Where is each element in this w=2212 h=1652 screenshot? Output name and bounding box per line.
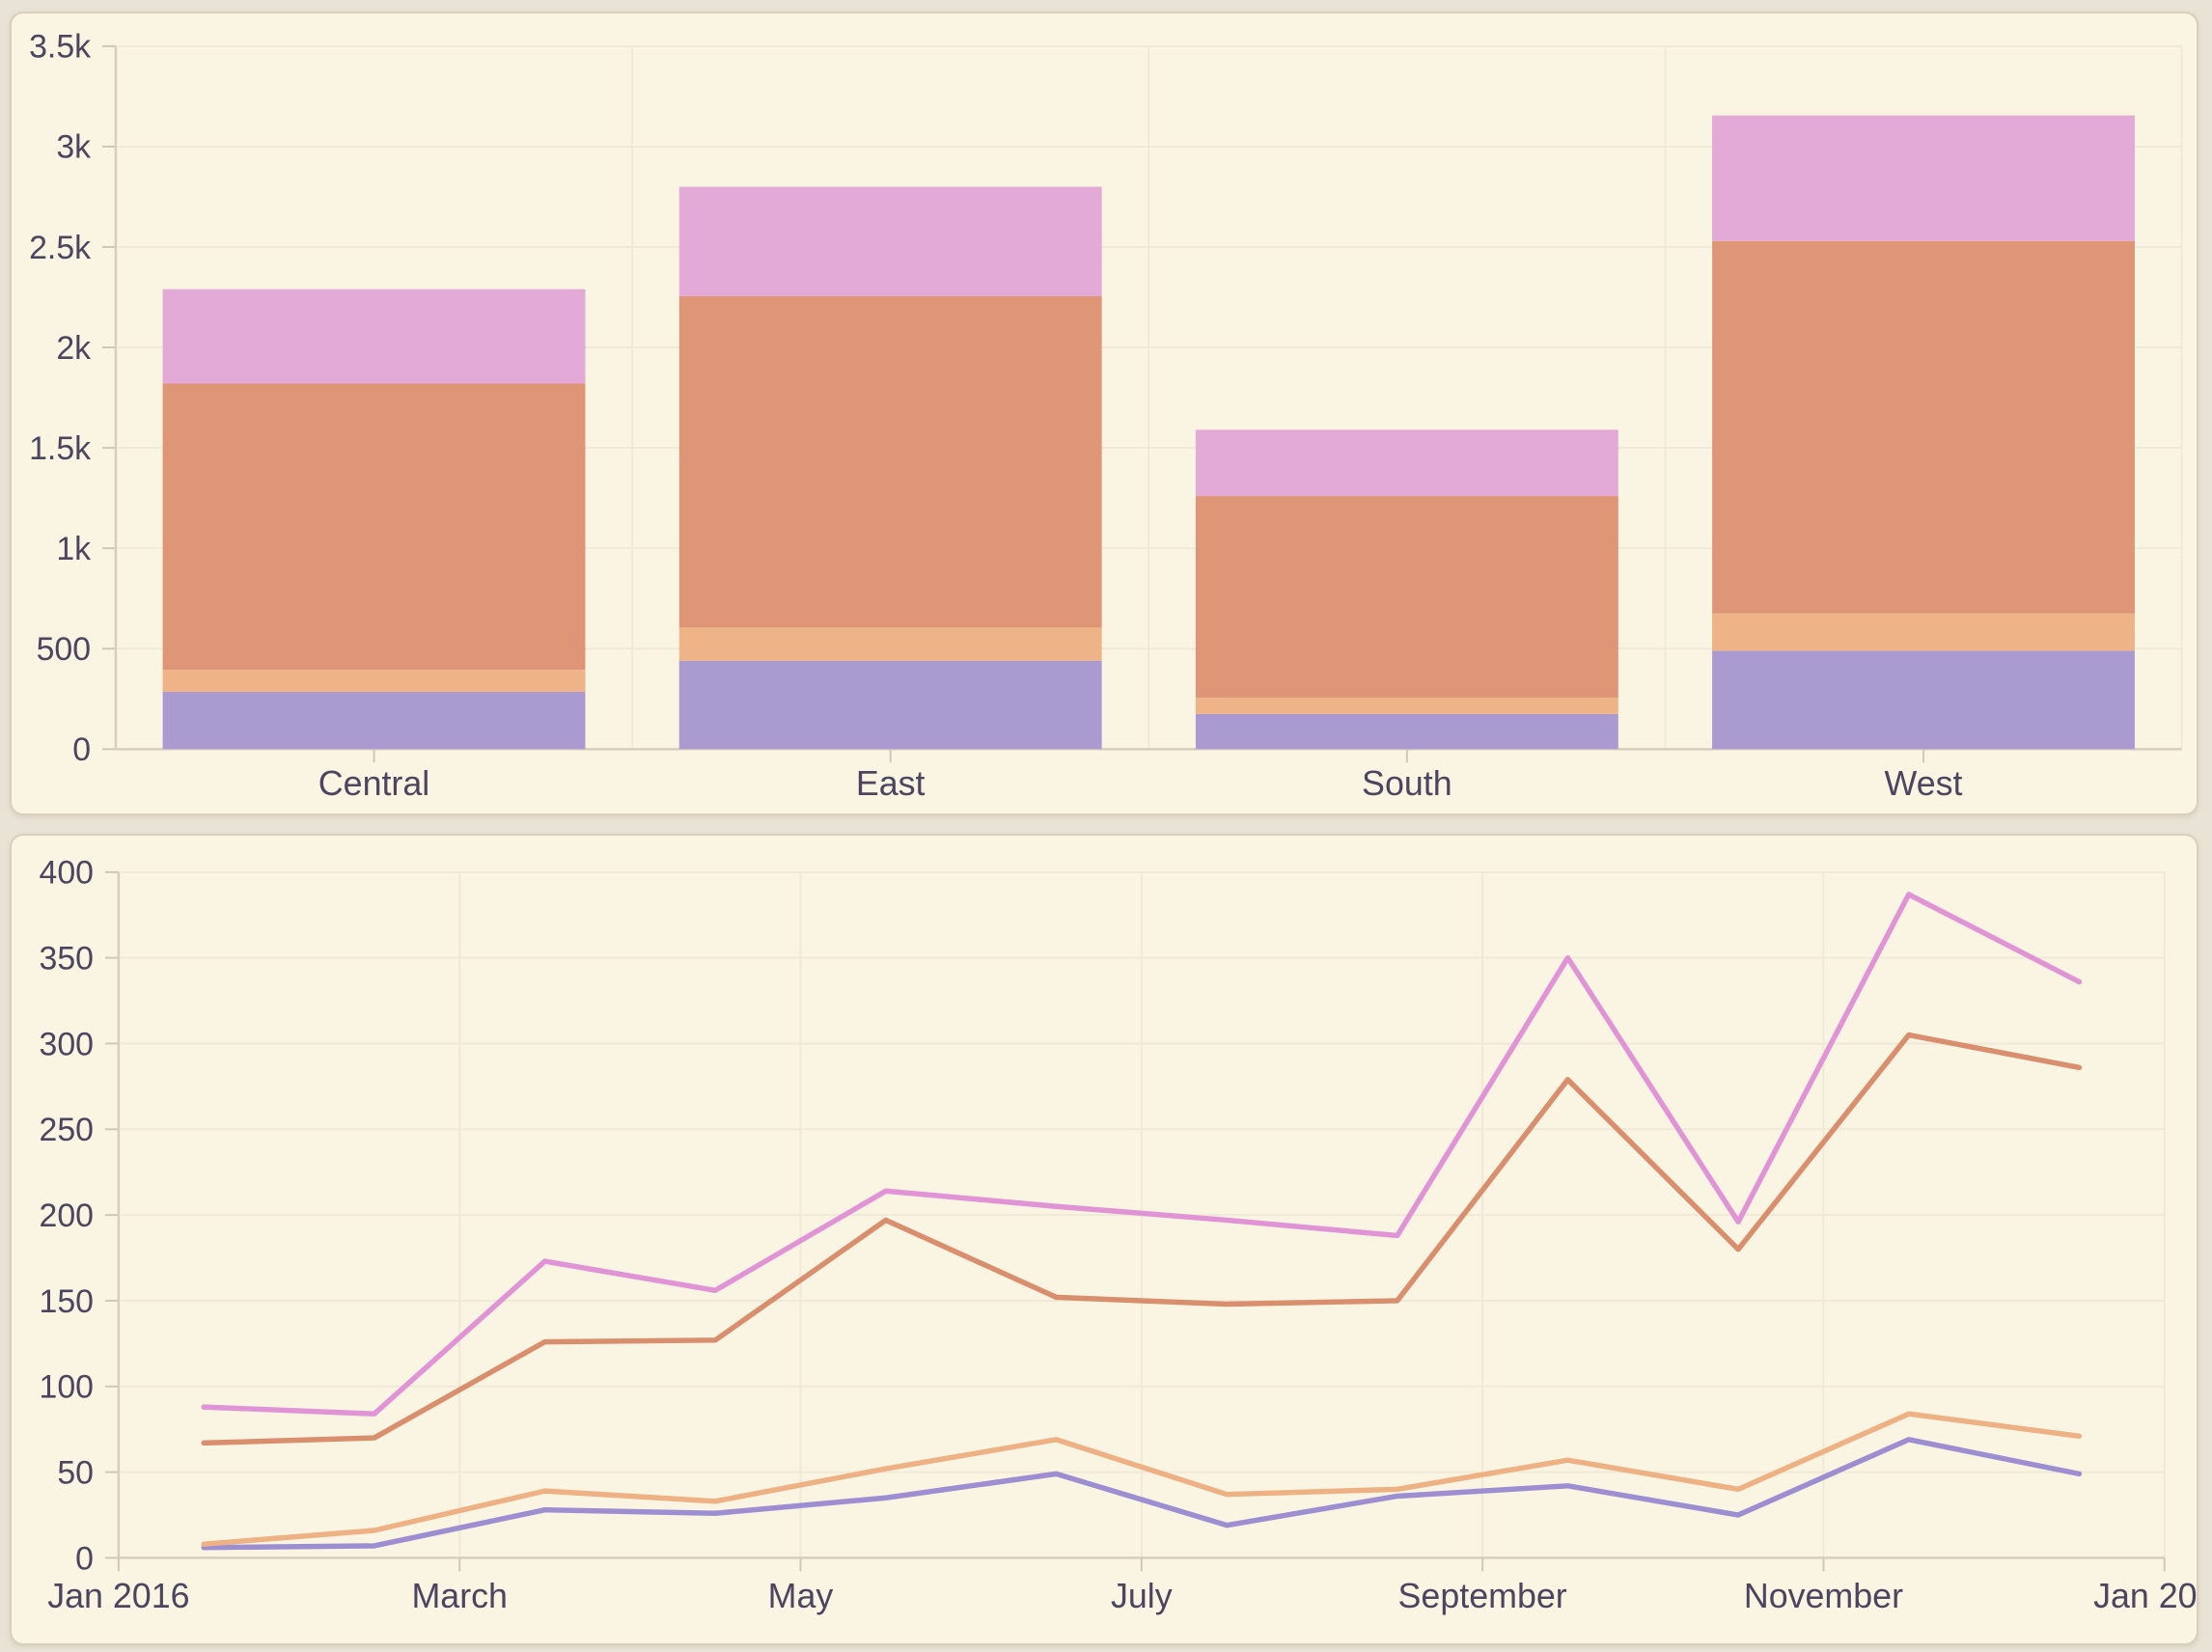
line-chart: 0 50 100 150 200 250 300 350 400 Jan 2016 March May… bbox=[12, 836, 2197, 1643]
y-axis-label: 150 bbox=[40, 1283, 94, 1320]
x-axis-label: September bbox=[1398, 1577, 1567, 1615]
y-axis-label: 1k bbox=[56, 531, 91, 567]
bar-segment-purple-west[interactable] bbox=[1712, 650, 2135, 749]
bar-segment-pink-west[interactable] bbox=[1712, 116, 2135, 241]
y-axis-label: 50 bbox=[57, 1454, 94, 1491]
line-chart-card: 0 50 100 150 200 250 300 350 400 Jan 2016 March May… bbox=[10, 834, 2198, 1645]
y-axis-label: 0 bbox=[72, 731, 91, 768]
y-axis-label: 300 bbox=[40, 1026, 94, 1062]
x-axis-label: March bbox=[411, 1577, 507, 1615]
y-axis-label: 3.5k bbox=[29, 29, 91, 66]
x-axis-label: Jan 2016 bbox=[47, 1577, 189, 1615]
bar-segment-pink-central[interactable] bbox=[163, 289, 586, 384]
stacked-bar-chart-card: 0 500 1k 1.5k 2k 2.5k 3k 3.5k Central East South We… bbox=[10, 12, 2198, 815]
bar-segment-tan-south[interactable] bbox=[1196, 698, 1618, 714]
y-axis-label: 1.5k bbox=[29, 430, 91, 467]
x-axis-label: May bbox=[768, 1577, 834, 1615]
x-axis-label: Central bbox=[318, 764, 429, 803]
bar-segment-pink-east[interactable] bbox=[679, 187, 1102, 296]
y-axis-label: 2k bbox=[56, 330, 91, 367]
x-axis-label: East bbox=[856, 764, 926, 803]
y-axis-label: 200 bbox=[40, 1198, 94, 1234]
bar-segment-tan-west[interactable] bbox=[1712, 614, 2135, 651]
bar-segment-salmon-west[interactable] bbox=[1712, 241, 2135, 614]
bar-segment-tan-east[interactable] bbox=[679, 627, 1102, 660]
y-axis-label: 0 bbox=[75, 1540, 94, 1577]
bar-segment-salmon-east[interactable] bbox=[679, 296, 1102, 627]
bar-segment-pink-south[interactable] bbox=[1196, 429, 1618, 496]
y-axis-label: 500 bbox=[37, 631, 91, 668]
x-axis-label: West bbox=[1885, 764, 1963, 803]
y-axis-label: 350 bbox=[40, 940, 94, 977]
bar-segment-tan-central[interactable] bbox=[163, 670, 586, 692]
stacked-bar-chart: 0 500 1k 1.5k 2k 2.5k 3k 3.5k Central East South We… bbox=[12, 14, 2197, 813]
y-axis-label: 250 bbox=[40, 1112, 94, 1148]
bar-segment-purple-east[interactable] bbox=[679, 661, 1102, 750]
x-axis-label: July bbox=[1111, 1577, 1173, 1615]
x-axis-label: November bbox=[1744, 1577, 1903, 1615]
y-axis-label: 400 bbox=[40, 855, 94, 892]
bar-segment-purple-central[interactable] bbox=[163, 692, 586, 749]
x-axis-label: Jan 2017 bbox=[2093, 1577, 2197, 1615]
x-axis-label: South bbox=[1362, 764, 1452, 803]
y-axis-label: 100 bbox=[40, 1369, 94, 1406]
bar-segment-salmon-central[interactable] bbox=[163, 384, 586, 671]
bar-segment-salmon-south[interactable] bbox=[1196, 496, 1618, 698]
bar-segment-purple-south[interactable] bbox=[1196, 714, 1618, 749]
y-axis-label: 2.5k bbox=[29, 230, 91, 266]
y-axis-label: 3k bbox=[56, 129, 91, 166]
